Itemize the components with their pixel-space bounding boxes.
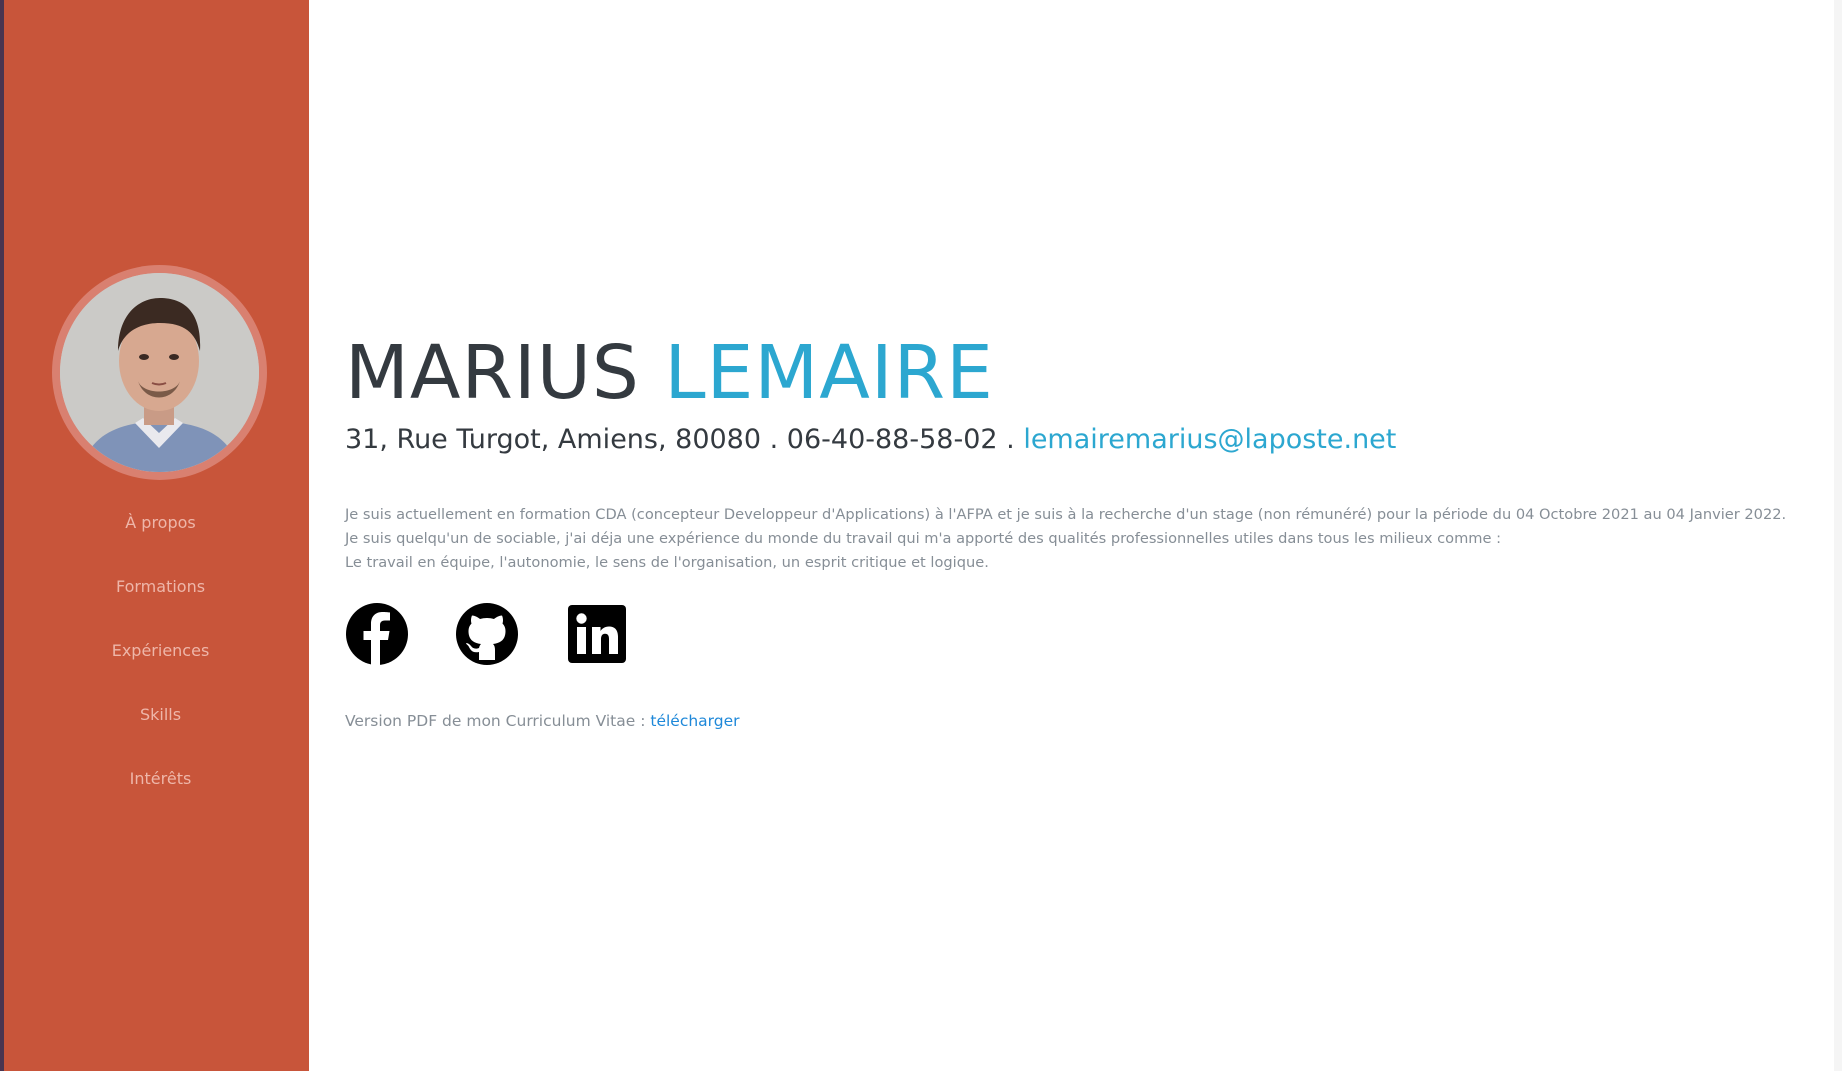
pdf-prefix: Version PDF de mon Curriculum Vitae : [345,712,651,730]
nav-link-formations[interactable]: Formations [116,577,205,596]
sidebar-item-formations: Formations [8,569,313,633]
nav-link-skills[interactable]: Skills [140,705,181,724]
about-text: Je suis actuellement en formation CDA (c… [345,503,1825,575]
pdf-download-line: Version PDF de mon Curriculum Vitae : té… [345,712,740,730]
page: À propos Formations Expériences Skills I… [0,0,1842,1071]
separator: . [761,424,787,455]
sidebar: À propos Formations Expériences Skills I… [4,0,309,1071]
sidebar-item-experiences: Expériences [8,633,313,697]
contact-line: 31, Rue Turgot, Amiens, 80080 . 06-40-88… [345,424,1396,455]
profile-photo [60,273,259,472]
social-icons [345,602,629,666]
sidebar-item-apropos: À propos [8,505,313,569]
sidebar-item-skills: Skills [8,697,313,761]
facebook-icon[interactable] [345,602,409,666]
about-line-2: Je suis quelqu'un de sociable, j'ai déja… [345,530,1502,547]
github-icon[interactable] [455,602,519,666]
nav-link-experiences[interactable]: Expériences [112,641,210,660]
separator: . [997,424,1024,455]
phone: 06-40-88-58-02 [786,424,998,455]
download-link[interactable]: télécharger [650,712,739,730]
first-name: MARIUS [345,330,640,416]
nav-link-interets[interactable]: Intérêts [130,769,192,788]
linkedin-icon[interactable] [565,602,629,666]
address: 31, Rue Turgot, Amiens, 80080 [345,424,762,455]
sidebar-item-interets: Intérêts [8,761,313,825]
last-name: LEMAIRE [664,330,994,416]
about-line-1: Je suis actuellement en formation CDA (c… [345,506,1787,523]
page-title: MARIUS LEMAIRE [345,330,994,416]
scrollbar[interactable] [1834,0,1842,1071]
avatar [52,265,267,480]
about-line-3: Le travail en équipe, l'autonomie, le se… [345,554,989,571]
nav-link-apropos[interactable]: À propos [125,513,195,532]
email-link[interactable]: lemairemarius@laposte.net [1023,424,1396,455]
sidebar-nav: À propos Formations Expériences Skills I… [8,505,313,825]
